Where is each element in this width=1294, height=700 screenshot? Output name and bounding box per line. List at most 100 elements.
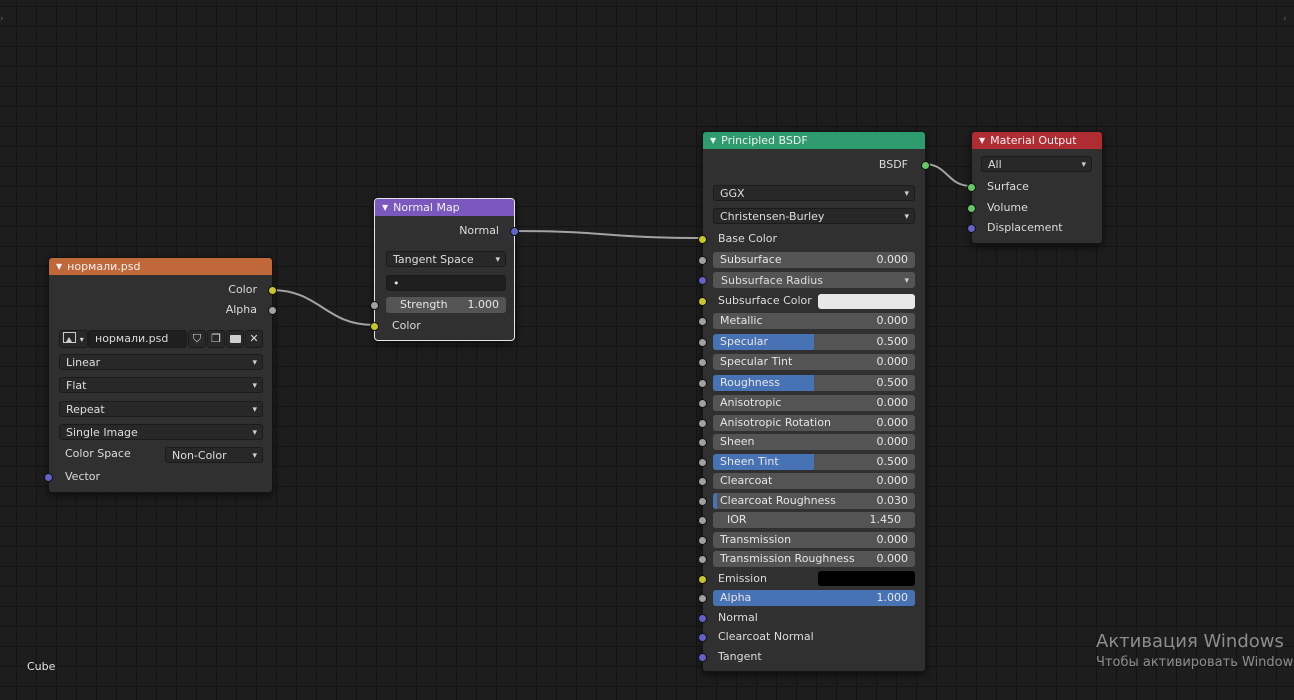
anisotropic-rotation-slider[interactable]: Anisotropic Rotation 0.000 (713, 415, 915, 431)
input-tangent-socket[interactable] (698, 653, 707, 662)
duplicate-image-button[interactable]: ❐ (207, 330, 225, 348)
input-surface-socket[interactable] (967, 183, 976, 192)
input-transmission-socket[interactable] (698, 536, 707, 545)
input-clearcoat-normal-socket[interactable] (698, 633, 707, 642)
strength-slider[interactable]: Strength 1.000 (386, 297, 506, 313)
unlink-image-button[interactable]: ✕ (245, 330, 263, 348)
source-dropdown[interactable]: Single Image ▾ (59, 424, 263, 440)
collapse-triangle-icon[interactable]: ▼ (979, 136, 985, 145)
target-dropdown[interactable]: All ▾ (981, 156, 1092, 172)
input-displacement-socket[interactable] (967, 224, 976, 233)
distribution-dropdown[interactable]: GGX ▾ (713, 185, 915, 201)
output-normal-socket[interactable] (510, 227, 519, 236)
open-image-button[interactable] (226, 330, 244, 348)
input-anisotropic-socket[interactable] (698, 399, 707, 408)
input-transmission-roughness-socket[interactable] (698, 555, 707, 564)
slider-value: 0.000 (876, 314, 909, 327)
subsurface-color-swatch[interactable] (818, 294, 915, 309)
input-volume-socket[interactable] (967, 204, 976, 213)
uv-map-field[interactable]: • (386, 275, 506, 291)
windows-activation-subtitle: Чтобы активировать Window (1096, 655, 1294, 670)
principled-bsdf-node[interactable]: ▼ Principled BSDF BSDF GGX ▾ Christensen-B… (698, 131, 930, 672)
projection-dropdown[interactable]: Flat ▾ (59, 377, 263, 393)
output-color-socket[interactable] (268, 286, 277, 295)
image-browse-button[interactable]: ▾ (59, 330, 88, 348)
link-bsdf-to-surface (923, 163, 972, 187)
sidebar-toggle-icon[interactable]: ‹ (1283, 14, 1287, 24)
input-color-label: Color (392, 319, 421, 332)
input-color-socket[interactable] (370, 322, 379, 331)
sheen-tint-slider[interactable]: Sheen Tint 0.500 (713, 454, 915, 470)
input-sheen-tint-socket[interactable] (698, 458, 707, 467)
principled-bsdf-node-header[interactable]: ▼ Principled BSDF (703, 132, 925, 149)
slider-label: Sheen Tint (720, 455, 779, 468)
uv-map-placeholder: • (393, 277, 400, 290)
transmission-roughness-slider[interactable]: Transmission Roughness 0.000 (713, 551, 915, 567)
input-metallic-socket[interactable] (698, 317, 707, 326)
subsurface-method-dropdown[interactable]: Christensen-Burley ▾ (713, 208, 915, 224)
link-normalmap-normal-to-bsdf-normal (513, 230, 703, 239)
normal-map-node[interactable]: ▼ Normal Map Normal Tangent Space ▾ • Stre… (370, 198, 519, 341)
clearcoat-slider[interactable]: Clearcoat 0.000 (713, 473, 915, 489)
input-anisotropic-rotation-socket[interactable] (698, 419, 707, 428)
transmission-slider[interactable]: Transmission 0.000 (713, 532, 915, 548)
strength-value: 1.000 (467, 298, 500, 311)
interpolation-dropdown[interactable]: Linear ▾ (59, 354, 263, 370)
slider-label: Clearcoat (720, 474, 773, 487)
color-space-dropdown[interactable]: Non-Color ▾ (165, 447, 263, 463)
specular-slider[interactable]: Specular 0.500 (713, 334, 915, 350)
fake-user-button[interactable]: ⛉ (188, 330, 206, 348)
roughness-slider[interactable]: Roughness 0.500 (713, 375, 915, 391)
subsurface-slider[interactable]: Subsurface 0.000 (713, 252, 915, 268)
slider-value: 0.000 (876, 552, 909, 565)
output-alpha-socket[interactable] (268, 306, 277, 315)
output-bsdf-socket[interactable] (921, 161, 930, 170)
input-clearcoat-socket[interactable] (698, 477, 707, 486)
emission-color-swatch[interactable] (818, 571, 915, 586)
clearcoat-roughness-slider[interactable]: Clearcoat Roughness 0.030 (713, 493, 915, 509)
input-specular-tint-socket[interactable] (698, 358, 707, 367)
metallic-slider[interactable]: Metallic 0.000 (713, 313, 915, 329)
image-name-field[interactable]: нормали.psd (88, 330, 187, 348)
input-normal-socket[interactable] (698, 614, 707, 623)
sidebar-toggle-icon[interactable]: › (0, 14, 4, 24)
input-specular-socket[interactable] (698, 338, 707, 347)
input-alpha-socket[interactable] (698, 594, 707, 603)
input-subsurface-color-socket[interactable] (698, 297, 707, 306)
input-emission-socket[interactable] (698, 575, 707, 584)
slider-label: Anisotropic Rotation (720, 416, 831, 429)
input-vector-socket[interactable] (44, 473, 53, 482)
image-texture-node[interactable]: ▼ нормали.psd Color Alpha ▾ нормали.psd ⛉… (44, 257, 277, 493)
input-subsurface-radius-socket[interactable] (698, 276, 707, 285)
input-subsurface-socket[interactable] (698, 256, 707, 265)
sheen-slider[interactable]: Sheen 0.000 (713, 434, 915, 450)
collapse-triangle-icon[interactable]: ▼ (56, 262, 62, 271)
base-color-label: Base Color (718, 232, 778, 245)
slider-value: 0.000 (876, 253, 909, 266)
extension-dropdown[interactable]: Repeat ▾ (59, 401, 263, 417)
input-base-color-socket[interactable] (698, 235, 707, 244)
subsurface-radius-dropdown[interactable]: Subsurface Radius ▾ (713, 272, 915, 288)
input-sheen-socket[interactable] (698, 438, 707, 447)
input-strength-socket[interactable] (370, 301, 379, 310)
input-clearcoat-roughness-socket[interactable] (698, 497, 707, 506)
alpha-slider[interactable]: Alpha 1.000 (713, 590, 915, 606)
active-object-name: Cube (27, 660, 56, 673)
slider-label: Anisotropic (720, 396, 782, 409)
normal-map-node-header[interactable]: ▼ Normal Map (375, 199, 514, 216)
material-output-node-header[interactable]: ▼ Material Output (972, 132, 1102, 149)
specular-tint-slider[interactable]: Specular Tint 0.000 (713, 354, 915, 370)
slider-value: 0.500 (876, 455, 909, 468)
material-output-node[interactable]: ▼ Material Output All ▾ Surface Volume Dis… (967, 131, 1103, 244)
collapse-triangle-icon[interactable]: ▼ (710, 136, 716, 145)
space-dropdown[interactable]: Tangent Space ▾ (386, 251, 506, 267)
input-ior-socket[interactable] (698, 516, 707, 525)
ior-field[interactable]: IOR 1.450 (713, 512, 915, 528)
windows-activation-title: Активация Windows (1096, 631, 1284, 652)
fake-user-shield-icon: ⛉ (192, 332, 202, 345)
image-texture-node-header[interactable]: ▼ нормали.psd (49, 258, 272, 275)
collapse-triangle-icon[interactable]: ▼ (382, 203, 388, 212)
input-roughness-socket[interactable] (698, 379, 707, 388)
anisotropic-slider[interactable]: Anisotropic 0.000 (713, 395, 915, 411)
space-value: Tangent Space (393, 253, 474, 266)
